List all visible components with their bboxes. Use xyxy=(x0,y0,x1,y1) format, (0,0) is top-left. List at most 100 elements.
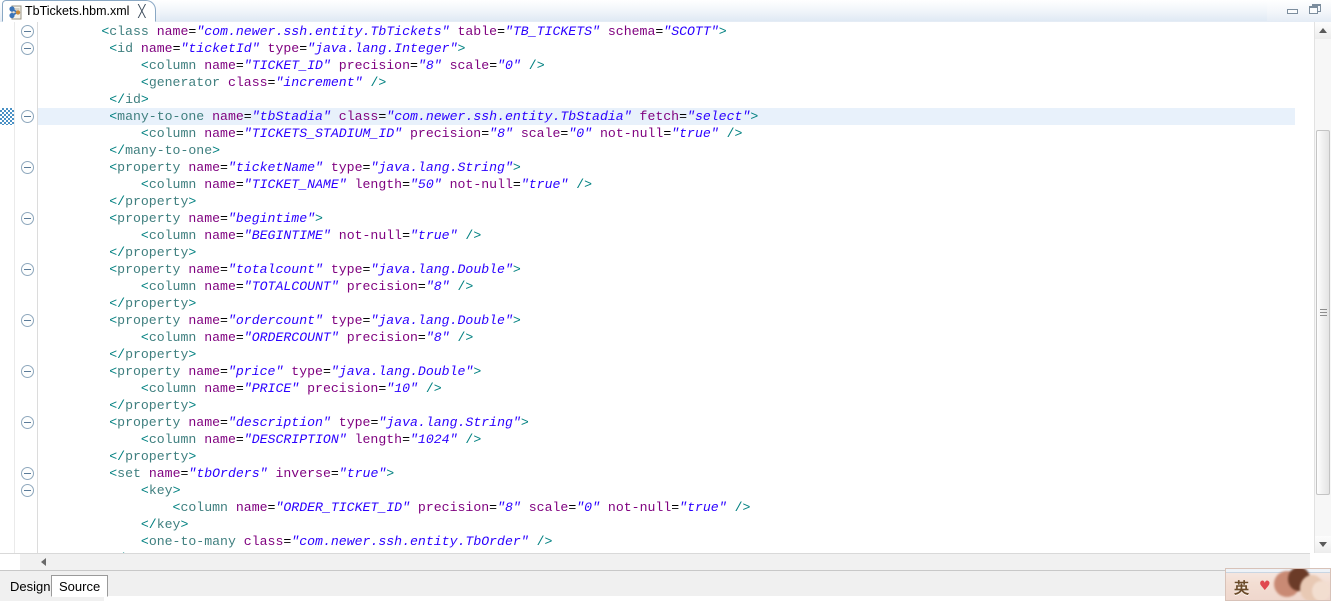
code-line[interactable]: <generator class="increment" /> xyxy=(38,74,386,91)
code-line[interactable]: <property name="begintime"> xyxy=(38,210,323,227)
code-token-punct: < xyxy=(109,41,118,56)
minimize-icon[interactable] xyxy=(1286,4,1300,17)
code-token-punct: /> xyxy=(465,432,482,447)
code-line[interactable]: <property name="description" type="java.… xyxy=(38,414,529,431)
code-fold-collapse-icon[interactable] xyxy=(21,365,34,378)
code-line[interactable]: </property> xyxy=(38,448,196,465)
code-line[interactable]: <id name="ticketId" type="java.lang.Inte… xyxy=(38,40,465,57)
code-text-area[interactable]: <class name="com.newer.ssh.entity.TbTick… xyxy=(38,22,1331,553)
code-line[interactable]: </key> xyxy=(38,516,189,533)
code-token-attr: name xyxy=(204,330,236,345)
horizontal-scrollbar[interactable] xyxy=(20,553,1310,570)
code-token-val: "ticketName" xyxy=(227,160,323,175)
close-icon[interactable]: ╳ xyxy=(135,4,148,18)
code-line[interactable]: <property name="ordercount" type="java.l… xyxy=(38,312,521,329)
code-token-val: "TICKET_ID" xyxy=(243,58,331,73)
code-token-val: "SCOTT" xyxy=(663,24,719,39)
occurrence-annotation-marker[interactable] xyxy=(0,108,14,125)
code-line[interactable]: </id> xyxy=(38,91,149,108)
code-line[interactable]: <one-to-many class="com.newer.ssh.entity… xyxy=(38,533,553,550)
code-token-punct: < xyxy=(109,160,118,175)
horizontal-scrollbar-thumb[interactable] xyxy=(52,554,1282,570)
code-token-punct: > xyxy=(512,262,521,277)
heart-icon[interactable]: ♥ xyxy=(1259,579,1271,594)
scroll-up-arrow-icon[interactable] xyxy=(1315,22,1331,39)
code-line[interactable]: <column name="TICKETS_STADIUM_ID" precis… xyxy=(38,125,743,142)
code-token-val: "TICKETS_STADIUM_ID" xyxy=(243,126,403,141)
code-token-attr: scale xyxy=(449,58,490,73)
editor-gutter[interactable] xyxy=(0,22,38,553)
code-token-punct: > xyxy=(188,398,197,413)
code-token-val: "select" xyxy=(687,109,751,124)
code-line[interactable]: </many-to-one> xyxy=(38,142,220,159)
code-token-punct: > xyxy=(520,415,529,430)
editor-tab-strip: TbTickets.hbm.xml ╳ xyxy=(0,0,1331,23)
code-token-val: "java.lang.Integer" xyxy=(307,41,458,56)
code-line[interactable]: </property> xyxy=(38,193,196,210)
code-token-punct: < xyxy=(140,177,149,192)
code-line[interactable]: </property> xyxy=(38,244,196,261)
code-token-attr: name xyxy=(235,500,268,515)
code-token-punct: > xyxy=(172,483,181,498)
code-line[interactable]: <column name="TICKET_NAME" length="50" n… xyxy=(38,176,592,193)
editor-tab-label: TbTickets.hbm.xml xyxy=(25,4,130,18)
code-token-tag: class xyxy=(109,24,149,39)
code-line[interactable]: <property name="ticketName" type="java.l… xyxy=(38,159,521,176)
editor-tab-tbtickets-hbm-xml[interactable]: TbTickets.hbm.xml ╳ xyxy=(2,0,157,22)
code-line[interactable]: <many-to-one name="tbStadia" class="com.… xyxy=(38,108,1295,125)
code-token-punct: > xyxy=(140,92,149,107)
code-token-val: "BEGINTIME" xyxy=(243,228,331,243)
vertical-scrollbar[interactable] xyxy=(1314,22,1331,553)
code-line[interactable]: <key> xyxy=(38,482,181,499)
code-fold-collapse-icon[interactable] xyxy=(21,110,34,123)
code-line[interactable]: <column name="PRICE" precision="10" /> xyxy=(38,380,442,397)
scroll-left-arrow-icon[interactable] xyxy=(35,554,52,570)
code-token-val: "8" xyxy=(497,500,521,515)
code-fold-collapse-icon[interactable] xyxy=(21,161,34,174)
tab-design[interactable]: Design xyxy=(3,575,57,597)
code-line[interactable]: <set name="tbOrders" inverse="true"> xyxy=(38,465,394,482)
tab-source[interactable]: Source xyxy=(51,575,109,597)
code-token-tag: property xyxy=(117,415,181,430)
code-token-tag: property xyxy=(117,313,181,328)
vertical-scrollbar-thumb[interactable] xyxy=(1316,130,1330,495)
code-line[interactable]: </property> xyxy=(38,346,196,363)
code-line[interactable]: <class name="com.newer.ssh.entity.TbTick… xyxy=(38,23,726,40)
code-token-val: "com.newer.ssh.entity.TbOrder" xyxy=(291,534,529,549)
code-line[interactable]: <column name="DESCRIPTION" length="1024"… xyxy=(38,431,481,448)
code-token-attr: type xyxy=(330,262,363,277)
ime-language-bar[interactable]: 英 ♥ xyxy=(1225,568,1331,601)
code-fold-collapse-icon[interactable] xyxy=(21,263,34,276)
code-token-eq: = xyxy=(220,313,228,328)
code-fold-collapse-icon[interactable] xyxy=(21,212,34,225)
code-token-attr: type xyxy=(330,313,363,328)
code-token-attr: class xyxy=(338,109,379,124)
code-token-punct: > xyxy=(212,143,221,158)
annotation-ruler[interactable] xyxy=(0,22,15,553)
code-line[interactable]: <property name="totalcount" type="java.l… xyxy=(38,261,521,278)
code-fold-collapse-icon[interactable] xyxy=(21,484,34,497)
ime-language-indicator[interactable]: 英 xyxy=(1234,577,1249,598)
scroll-down-arrow-icon[interactable] xyxy=(1315,536,1331,553)
code-token-val: "1024" xyxy=(410,432,458,447)
code-line[interactable]: <column name="TOTALCOUNT" precision="8" … xyxy=(38,278,473,295)
code-line[interactable]: <property name="price" type="java.lang.D… xyxy=(38,363,481,380)
code-line[interactable]: <column name="TICKET_ID" precision="8" s… xyxy=(38,57,545,74)
code-fold-collapse-icon[interactable] xyxy=(21,467,34,480)
code-line[interactable]: </property> xyxy=(38,397,196,414)
code-fold-collapse-icon[interactable] xyxy=(21,314,34,327)
code-line[interactable]: <column name="ORDERCOUNT" precision="8" … xyxy=(38,329,473,346)
code-line[interactable]: </property> xyxy=(38,295,196,312)
code-line[interactable]: <column name="ORDER_TICKET_ID" precision… xyxy=(38,499,751,516)
restore-icon[interactable] xyxy=(1309,4,1323,17)
code-line[interactable]: <column name="BEGINTIME" not-null="true"… xyxy=(38,227,481,244)
code-token-val: "true" xyxy=(520,177,569,192)
code-token-punct: </ xyxy=(109,449,126,464)
code-fold-collapse-icon[interactable] xyxy=(21,25,34,38)
code-fold-collapse-icon[interactable] xyxy=(21,42,34,55)
code-fold-collapse-icon[interactable] xyxy=(21,416,34,429)
